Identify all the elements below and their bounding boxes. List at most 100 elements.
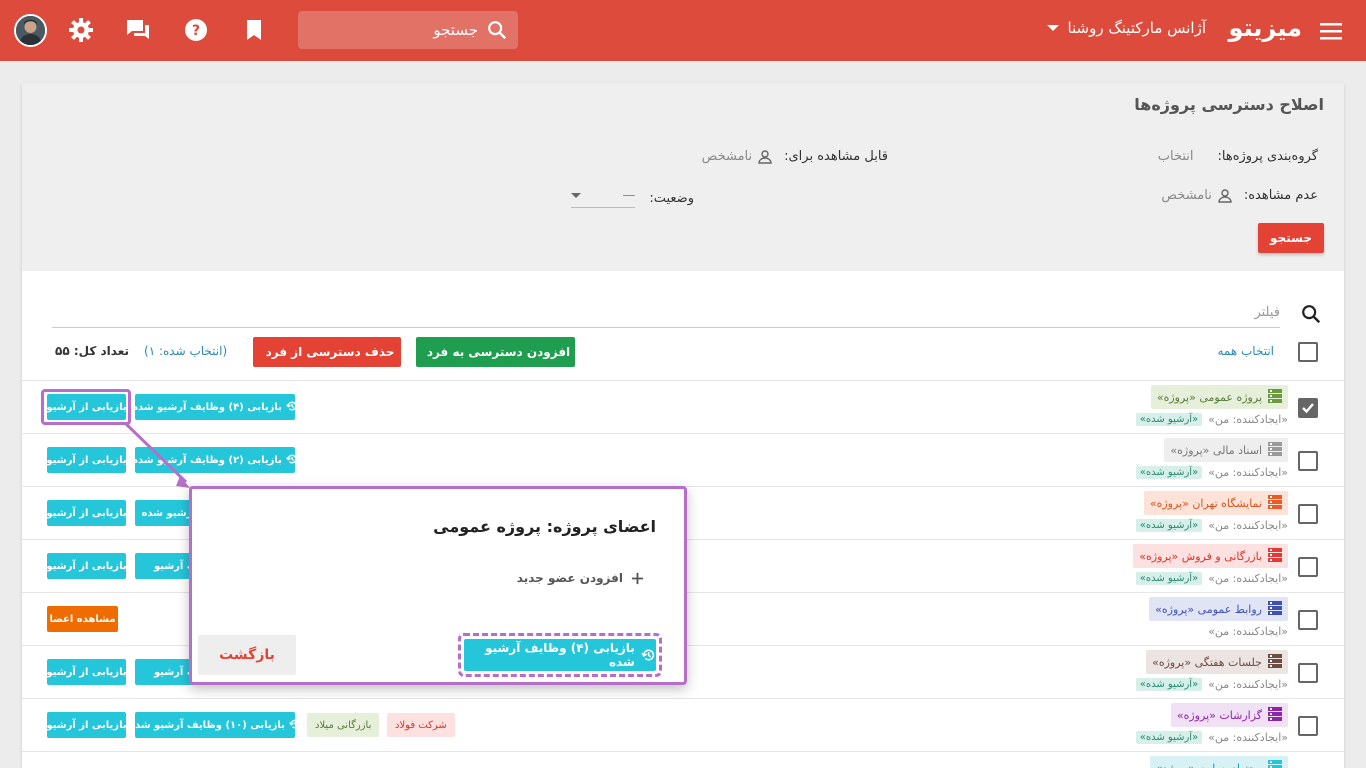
chat-icon[interactable] [124, 16, 152, 44]
project-name[interactable]: بازرگانی و فروش «پروژه» [1133, 544, 1288, 568]
creator-text: «ایجادکننده: من» [1208, 678, 1288, 691]
search-button[interactable]: جستجو [1258, 223, 1324, 253]
status-value: — [622, 188, 636, 203]
add-access-button[interactable]: افزودن دسترسی به فرد [416, 337, 575, 367]
selected-count: (انتخاب شده: ۱) [144, 344, 228, 358]
project-name[interactable]: پروژه عمومی «پروژه» [1150, 385, 1288, 409]
add-member-button[interactable]: افزودن عضو جدید [517, 571, 644, 585]
back-button[interactable]: بازگشت [198, 635, 296, 675]
search-icon [488, 21, 507, 40]
project-name[interactable]: گزارشات «پروژه» [1170, 703, 1288, 727]
restore-tasks-label: بازیابی (۲) وظایف آرشیو شده [132, 454, 282, 466]
agency-name: آژانس مارکتینگ روشنا [1067, 19, 1206, 37]
list-icon [1268, 547, 1282, 565]
restore-tasks-button[interactable]: بازیابی (۱۰) وظایف آرشیو شده [129, 712, 300, 738]
modal-restore-tasks-button[interactable]: بازیابی (۴) وظایف آرشیو شده [464, 639, 656, 671]
row-checkbox[interactable] [1298, 716, 1318, 736]
menu-icon[interactable] [1316, 18, 1346, 44]
visible-for-filter[interactable]: قابل مشاهده برای: نامشخص [702, 149, 888, 164]
visible-select[interactable]: نامشخص [702, 149, 772, 164]
status-select[interactable]: — [571, 188, 636, 208]
hidden-select[interactable]: نامشخص [1161, 188, 1232, 203]
row-checkbox[interactable] [1298, 398, 1318, 418]
remove-access-button[interactable]: حذف دسترسی از فرد [253, 337, 401, 367]
table-row: اسناد مالی «پروژه» «ایجادکننده: من» «آرشیو… [22, 433, 1344, 486]
visible-value: نامشخص [701, 149, 753, 164]
avatar[interactable] [14, 14, 47, 47]
row-checkbox[interactable] [1298, 610, 1318, 630]
agency-selector[interactable]: آژانس مارکتینگ روشنا [1047, 19, 1206, 37]
list-icon [1268, 441, 1282, 459]
project-name[interactable]: نمایشگاه تهران «پروژه» [1143, 491, 1288, 515]
chevron-down-icon [571, 193, 582, 198]
project-creator: «ایجادکننده: من» «آرشیو شده» [1135, 466, 1288, 479]
grouping-filter[interactable]: گروه‌بندی پروژه‌ها: انتخاب [1158, 149, 1318, 164]
creator-text: «ایجادکننده: من» [1208, 413, 1288, 426]
creator-text: «ایجادکننده: من» [1208, 731, 1288, 744]
table-row: محتوای سایت «پروژه»«ایجادکننده: من» [22, 751, 1344, 768]
project-name-text: اسناد مالی «پروژه» [1170, 443, 1262, 457]
creator-text: «ایجادکننده: من» [1208, 466, 1288, 479]
project-name-text: محتوای سایت «پروژه» [1155, 761, 1262, 768]
plus-icon [631, 572, 644, 584]
restore-from-archive-button[interactable]: بازیابی از آرشیو [46, 659, 127, 685]
hidden-for-filter[interactable]: عدم مشاهده: نامشخص [1161, 188, 1318, 203]
project-name[interactable]: جلسات هفتگی «پروژه» [1146, 650, 1288, 674]
brand-logo[interactable]: میزیتو [1229, 14, 1302, 42]
search-input[interactable]: جستجو [433, 21, 478, 39]
restore-from-archive-button[interactable]: بازیابی از آرشیو [46, 500, 127, 526]
grouping-label: گروه‌بندی پروژه‌ها: [1217, 149, 1318, 164]
restore-tasks-button[interactable]: بازیابی (۴) وظایف آرشیو شده [132, 394, 297, 420]
status-label: وضعیت: [649, 190, 694, 206]
project-creator: «ایجادکننده: من» [1208, 625, 1288, 638]
restore-tasks-button[interactable]: بازیابی (۲) وظایف آرشیو شده [132, 447, 298, 473]
highlight-restore-button [41, 389, 131, 425]
help-icon[interactable]: ? [182, 16, 210, 44]
visible-label: قابل مشاهده برای: [784, 149, 888, 164]
restore-from-archive-button[interactable]: بازیابی از آرشیو [46, 712, 127, 738]
total-count: تعداد کل: ۵۵ [55, 344, 129, 358]
restore-from-archive-button[interactable]: بازیابی از آرشیو [46, 447, 127, 473]
gear-icon[interactable] [67, 16, 95, 44]
restore-from-archive-button[interactable]: بازیابی از آرشیو [46, 553, 127, 579]
row-checkbox[interactable] [1298, 557, 1318, 577]
list-icon [1268, 759, 1282, 768]
search-box[interactable]: جستجو [298, 11, 518, 49]
restore-tasks-label: بازیابی (۴) وظایف آرشیو شده [132, 401, 282, 413]
project-name[interactable]: اسناد مالی «پروژه» [1164, 438, 1288, 462]
top-bar: میزیتو آژانس مارکتینگ روشنا جستجو ? [0, 0, 1366, 61]
history-icon [286, 453, 298, 468]
list-icon [1268, 706, 1282, 724]
add-access-label: افزودن دسترسی به فرد [426, 345, 571, 359]
list-icon [1268, 600, 1282, 618]
archived-badge: «آرشیو شده» [1135, 572, 1203, 585]
project-name[interactable]: محتوای سایت «پروژه» [1149, 756, 1288, 768]
person-icon [1218, 188, 1232, 203]
modal-restore-label: بازیابی (۴) وظایف آرشیو شده [485, 641, 635, 669]
view-members-button[interactable]: مشاهده اعضا [47, 606, 118, 632]
tag: بازرگانی میلاد [307, 713, 380, 737]
filter-search-icon [1300, 303, 1322, 329]
creator-text: «ایجادکننده: من» [1208, 572, 1288, 585]
status-filter[interactable]: وضعیت: — [571, 188, 694, 208]
list-icon [1268, 494, 1282, 512]
hidden-label: عدم مشاهده: [1243, 188, 1318, 203]
tag: شرکت فولاد [387, 713, 455, 737]
row-checkbox[interactable] [1298, 451, 1318, 471]
select-all-checkbox[interactable] [1298, 342, 1318, 362]
project-name[interactable]: روابط عمومی «پروژه» [1149, 597, 1288, 621]
project-name-text: پروژه عمومی «پروژه» [1156, 390, 1262, 404]
hidden-value: نامشخص [1161, 188, 1212, 203]
list-icon [1268, 388, 1282, 406]
modal-title: اعضای پروژه: پروژه عمومی [433, 517, 656, 536]
archived-badge: «آرشیو شده» [1135, 466, 1203, 479]
table-row: گزارشات «پروژه» «ایجادکننده: من» «آرشیو شد… [22, 698, 1344, 751]
row-checkbox[interactable] [1298, 504, 1318, 524]
bookmark-icon[interactable] [240, 16, 268, 44]
grouping-select[interactable]: انتخاب [1158, 149, 1194, 164]
history-icon [641, 649, 654, 661]
modal-restore-highlight: بازیابی (۴) وظایف آرشیو شده [458, 633, 662, 677]
select-all-link[interactable]: انتخاب همه [1217, 344, 1274, 358]
filter-input[interactable]: فیلتر [52, 298, 1280, 328]
row-checkbox[interactable] [1298, 663, 1318, 683]
